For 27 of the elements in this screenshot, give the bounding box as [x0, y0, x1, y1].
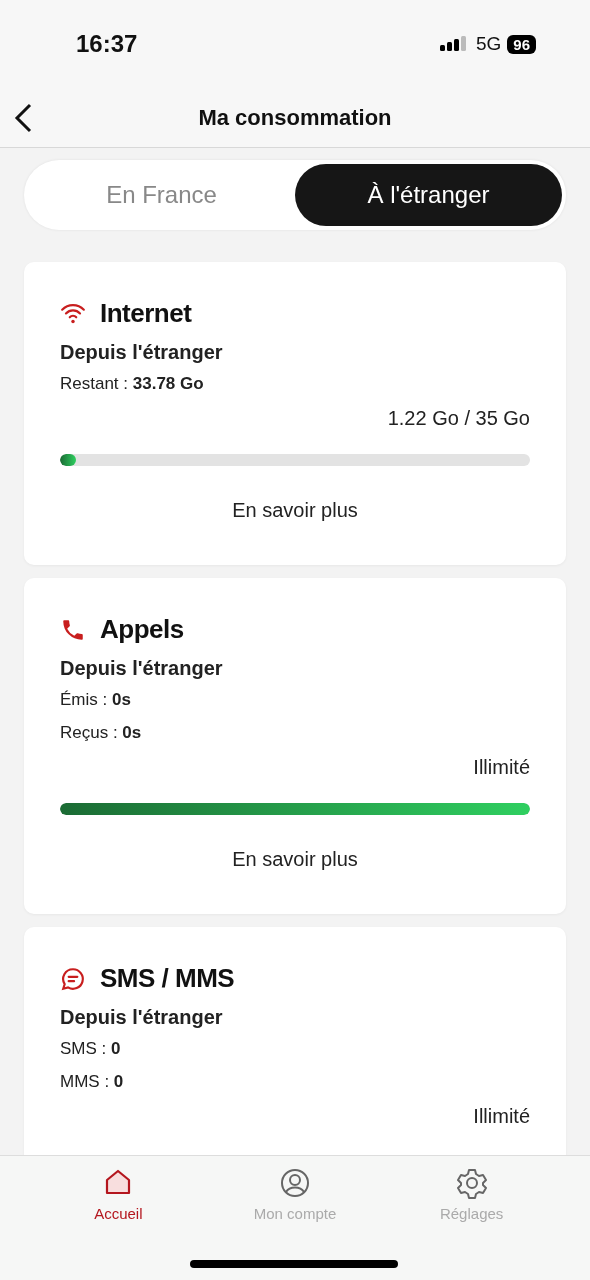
more-link[interactable]: En savoir plus — [226, 847, 364, 872]
segment-tab[interactable]: À l'étranger — [295, 164, 562, 226]
usage-amount: 1.22 Go / 35 Go — [386, 407, 530, 430]
network-label: 5G — [475, 33, 502, 55]
card-subtitle: Depuis l'étranger — [60, 657, 224, 680]
card-title: Internet — [100, 298, 192, 329]
card-title: SMS / MMS — [100, 963, 235, 994]
usage-detail: Émis : 0s — [60, 690, 132, 710]
settings-icon — [455, 1167, 488, 1199]
back-icon[interactable] — [12, 101, 34, 134]
tab-bar-item[interactable]: Accueil — [43, 1166, 194, 1223]
page-title: Ma consommation — [198, 104, 392, 131]
user-icon — [279, 1167, 311, 1199]
usage-detail: Restant : 33.78 Go — [60, 374, 205, 394]
usage-detail: Reçus : 0s — [60, 723, 143, 743]
status-time: 16:37 — [76, 30, 139, 58]
segment-tab[interactable]: En France — [28, 164, 295, 226]
chat-bubble-icon — [60, 965, 86, 992]
usage-detail: SMS : 0 — [60, 1039, 122, 1059]
battery-level: 96 — [507, 34, 536, 54]
usage-amount: Illimité — [472, 1105, 530, 1128]
card-subtitle: Depuis l'étranger — [60, 1006, 224, 1029]
more-link[interactable]: En savoir plus — [226, 498, 364, 523]
card-subtitle: Depuis l'étranger — [60, 341, 224, 364]
card-title: Appels — [100, 614, 184, 645]
usage-amount: Illimité — [472, 756, 530, 779]
usage-detail: MMS : 0 — [60, 1072, 125, 1092]
